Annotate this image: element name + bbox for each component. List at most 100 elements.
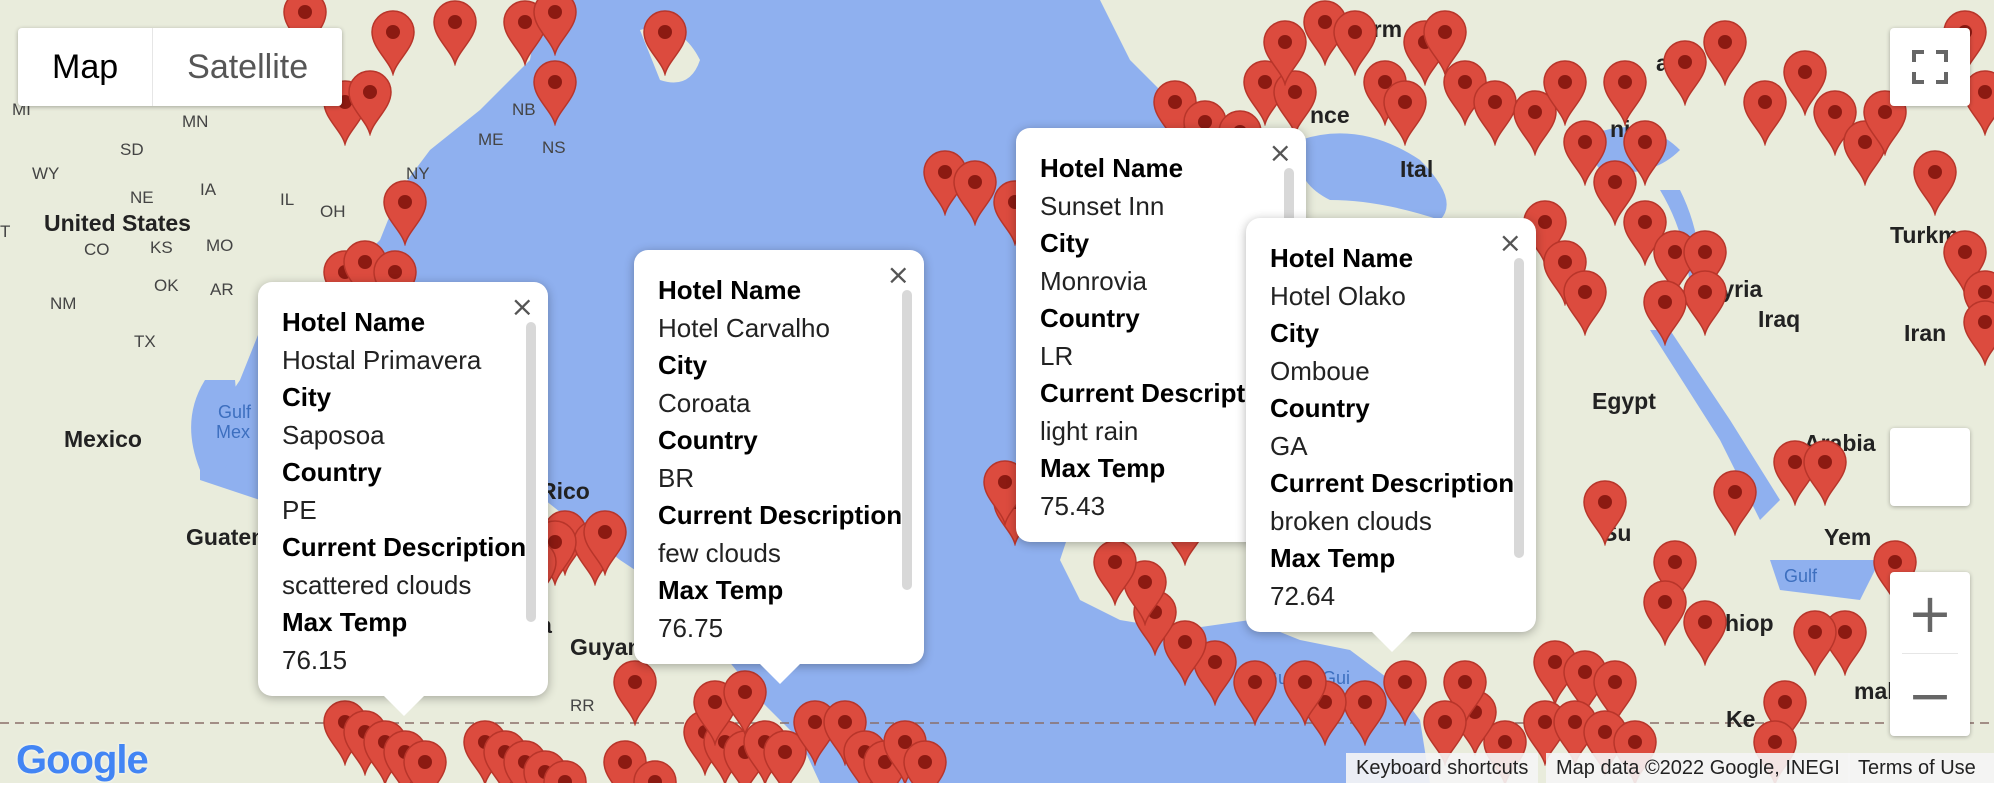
map-marker[interactable]: [1710, 470, 1760, 536]
map-marker[interactable]: [1640, 280, 1690, 346]
map-type-satellite-button[interactable]: Satellite: [153, 28, 342, 106]
label-state: AR: [210, 280, 234, 299]
description-label: Current Description: [658, 500, 903, 530]
map-marker[interactable]: [1280, 660, 1330, 726]
hotel-name-label: Hotel Name: [658, 275, 802, 305]
scrollbar[interactable]: [526, 322, 536, 622]
city-label: City: [282, 382, 332, 412]
zoom-control: + −: [1890, 572, 1970, 736]
map-marker[interactable]: [610, 660, 660, 726]
close-icon[interactable]: ×: [1499, 226, 1522, 259]
label-gulf-mexico: Gulf: [218, 402, 252, 422]
map-marker[interactable]: [530, 0, 580, 56]
map-marker[interactable]: [580, 510, 630, 576]
map-marker[interactable]: [1380, 80, 1430, 146]
map-pin-icon: [433, 0, 477, 66]
map-marker[interactable]: [1600, 60, 1650, 126]
map-type-map-button[interactable]: Map: [18, 28, 154, 106]
map-marker[interactable]: [368, 10, 418, 76]
label-state: OK: [154, 276, 179, 295]
hotel-name-value: Sunset Inn: [1040, 190, 1165, 221]
scrollbar[interactable]: [1514, 258, 1524, 558]
map-pin-icon: [1643, 280, 1687, 346]
map-canvas[interactable]: United States Mexico Egypt Iraq Iran Syr…: [0, 0, 1994, 783]
map-pin-icon: [1713, 470, 1757, 536]
close-icon[interactable]: ×: [887, 258, 910, 291]
label-state: KS: [150, 238, 173, 257]
map-pin-icon: [1563, 270, 1607, 336]
map-marker[interactable]: [1960, 300, 1994, 366]
label-state: NE: [130, 188, 154, 207]
map-marker[interactable]: [540, 760, 590, 783]
map-marker[interactable]: [900, 740, 950, 783]
map-marker[interactable]: [640, 10, 690, 76]
map-marker[interactable]: [1680, 600, 1730, 666]
zoom-out-button[interactable]: −: [1890, 654, 1970, 736]
map-pin-icon: [1703, 20, 1747, 86]
country-value: BR: [658, 462, 695, 493]
map-pin-icon: [543, 760, 587, 783]
map-marker[interactable]: [430, 0, 480, 66]
hotel-name-label: Hotel Name: [282, 307, 426, 337]
map-pin-icon: [643, 10, 687, 76]
city-label: City: [1270, 318, 1320, 348]
close-icon[interactable]: ×: [511, 290, 534, 323]
info-window-tail: [760, 664, 800, 684]
label-mexico: Mexico: [64, 426, 142, 452]
description-value: broken clouds: [1270, 505, 1432, 536]
map-marker[interactable]: [630, 760, 680, 783]
hotel-name-label: Hotel Name: [1270, 243, 1414, 273]
map-marker[interactable]: [400, 740, 450, 783]
label-state: IL: [280, 190, 295, 209]
map-marker[interactable]: [345, 70, 395, 136]
map-marker[interactable]: [530, 60, 580, 126]
max-temp-label: Max Temp: [1270, 543, 1396, 573]
city-label: City: [658, 350, 708, 380]
map-marker[interactable]: [1090, 540, 1140, 606]
label-state: WY: [32, 164, 60, 183]
map-pin-icon: [1913, 150, 1957, 216]
map-marker[interactable]: [1910, 150, 1960, 216]
keyboard-shortcuts-link[interactable]: Keyboard shortcuts: [1346, 753, 1539, 783]
close-icon[interactable]: ×: [1269, 136, 1292, 169]
map-pin-icon: [1283, 660, 1327, 726]
map-marker[interactable]: [1540, 60, 1590, 126]
fullscreen-button[interactable]: [1890, 28, 1970, 106]
description-value: scattered clouds: [282, 569, 472, 600]
hotel-name-value: Hotel Olako: [1270, 280, 1406, 311]
label-united-states: United States: [44, 210, 191, 236]
max-temp-value: 76.15: [282, 644, 348, 675]
zoom-in-button[interactable]: +: [1890, 572, 1970, 654]
map-marker[interactable]: [1790, 610, 1840, 676]
label-iraq: Iraq: [1758, 306, 1801, 332]
map-marker[interactable]: [1700, 20, 1750, 86]
map-pin-icon: [1603, 60, 1647, 126]
google-logo[interactable]: Google: [16, 738, 149, 783]
terms-of-use-link[interactable]: Terms of Use: [1848, 753, 1994, 783]
label-gulf-mexico-2: Mex: [216, 422, 251, 442]
divider: [1902, 653, 1958, 654]
max-temp-value: 76.75: [658, 612, 724, 643]
map-marker[interactable]: [1580, 480, 1630, 546]
fullscreen-icon: [1912, 50, 1948, 84]
map-pin-icon: [1803, 440, 1847, 506]
map-pin-icon: [383, 180, 427, 246]
info-window-hostal-primavera: × Hotel Name Hostal Primavera City Sapos…: [258, 282, 548, 716]
info-window-tail: [384, 696, 424, 716]
city-value: Omboue: [1270, 355, 1370, 386]
map-marker[interactable]: [1800, 440, 1850, 506]
map-marker[interactable]: [380, 180, 430, 246]
label-state: SD: [120, 140, 144, 159]
label-state: NM: [50, 294, 77, 313]
street-view-pegman-button[interactable]: [1890, 428, 1970, 506]
map-data-attribution: Map data ©2022 Google, INEGI: [1546, 753, 1850, 783]
map-pin-icon: [403, 740, 447, 783]
description-value: few clouds: [658, 537, 781, 568]
city-value: Coroata: [658, 387, 751, 418]
map-pin-icon: [583, 510, 627, 576]
map-pin-icon: [1093, 540, 1137, 606]
scrollbar[interactable]: [902, 290, 912, 590]
map-marker[interactable]: [1560, 270, 1610, 336]
label-state: MO: [206, 236, 234, 255]
description-label: Current Description: [282, 532, 527, 562]
